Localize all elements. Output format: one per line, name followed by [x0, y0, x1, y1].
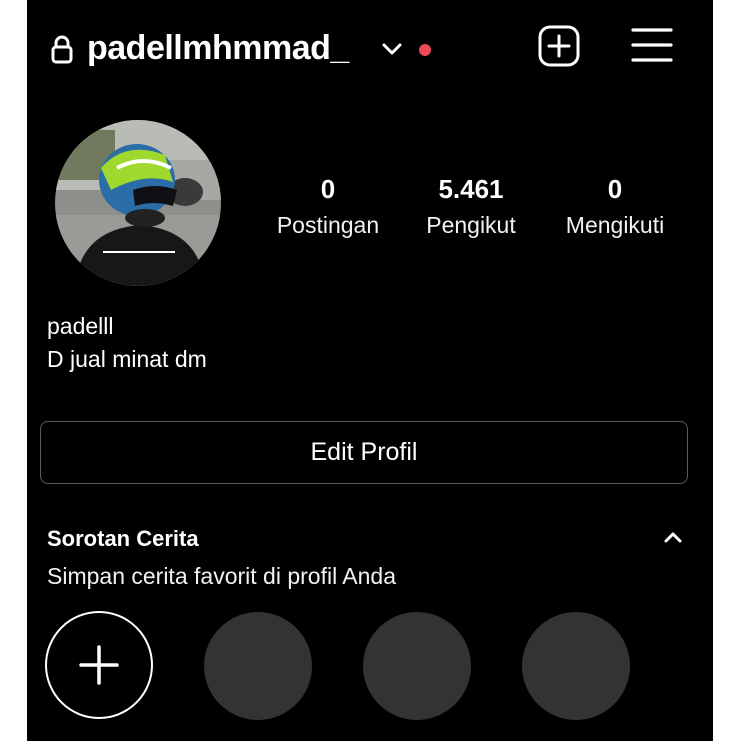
notification-dot: [419, 44, 431, 56]
highlight-placeholder[interactable]: [363, 612, 471, 720]
stat-following[interactable]: 0 Mengikuti: [545, 172, 685, 240]
profile-photo: [55, 120, 221, 286]
top-bar: padellmhmmad_: [27, 0, 713, 100]
chevron-up-icon[interactable]: [661, 526, 685, 550]
avatar[interactable]: [55, 120, 221, 286]
display-name: padelll: [47, 313, 114, 339]
stat-following-value: 0: [607, 174, 623, 204]
new-highlight-button[interactable]: [45, 611, 153, 719]
edit-profile-button[interactable]: Edit Profil: [40, 421, 688, 484]
username[interactable]: padellmhmmad_: [87, 26, 349, 70]
lock-icon: [51, 35, 73, 64]
bio-text: D jual minat dm: [47, 346, 207, 372]
highlights-title: Sorotan Cerita: [47, 526, 199, 551]
plus-square-icon[interactable]: [537, 24, 581, 68]
profile-screen: padellmhmmad_ 0 Postingan 5.461 Pengikut…: [27, 0, 713, 741]
hamburger-menu-icon[interactable]: [631, 26, 673, 64]
stat-following-label: Mengikuti: [565, 212, 665, 238]
stat-posts-label: Postingan: [276, 212, 380, 238]
stat-posts-value: 0: [320, 174, 336, 204]
highlight-placeholder[interactable]: [204, 612, 312, 720]
plus-icon: [79, 645, 119, 685]
stat-followers-value: 5.461: [438, 174, 504, 204]
highlight-placeholder[interactable]: [522, 612, 630, 720]
stat-followers-label: Pengikut: [426, 212, 516, 238]
stat-followers[interactable]: 5.461 Pengikut: [401, 172, 541, 240]
highlights-subtitle: Simpan cerita favorit di profil Anda: [47, 563, 397, 589]
stat-posts[interactable]: 0 Postingan: [258, 172, 398, 240]
chevron-down-icon[interactable]: [381, 40, 403, 58]
